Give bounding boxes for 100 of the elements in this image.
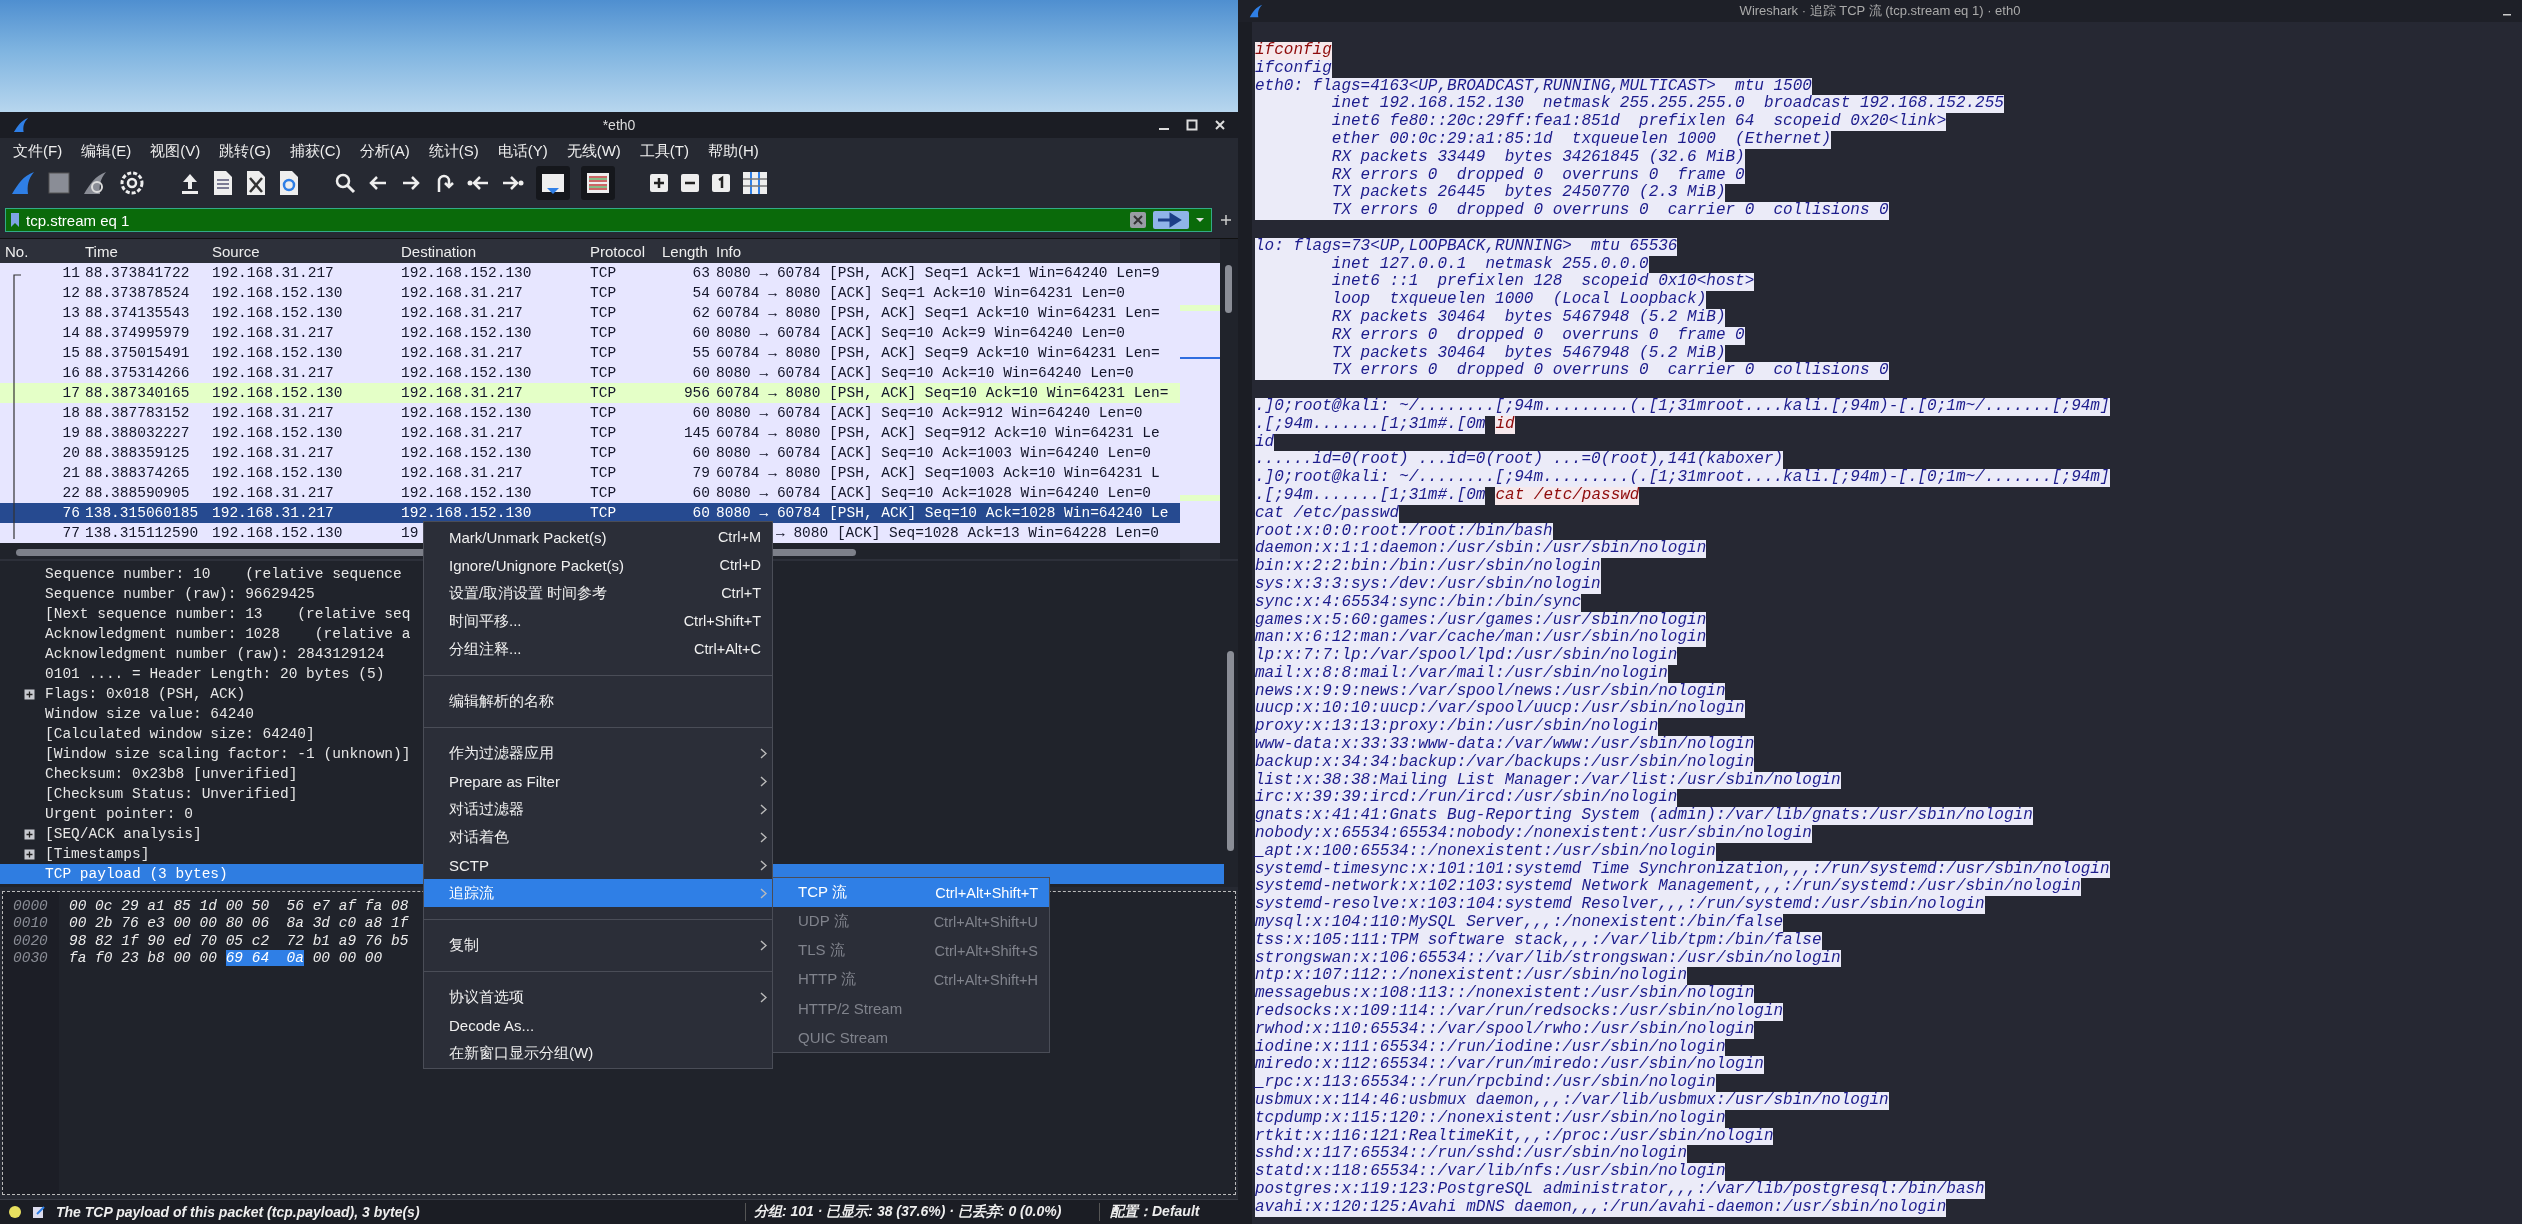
received-text: tss:x:105:111:TPM software stack,,,:/var/lib/tpm:/bin/false [1255, 931, 1822, 950]
table-cell-text: 192.168.152.130 [401, 324, 532, 343]
table-cell-text: 956 [683, 384, 710, 403]
received-text: lp:x:7:7:lp:/var/spool/lpd:/usr/sbin/nologin [1255, 647, 1678, 665]
received-text: ntp:x:107:112::/nonexistent:/usr/sbin/nologin [1255, 967, 1688, 986]
table-cell-text: TCP [590, 464, 617, 483]
packet-counts: 分组: 101 · 已显示: 38 (37.6%) · 已丢弃: 0 (0.0%) [745, 1203, 1089, 1221]
table-cell-text: TCP [590, 444, 617, 463]
table-cell-text: 192.168.31.217 [401, 284, 523, 303]
received-text: www-data:x:33:33:www-data:/var/www:/usr/sbin/nologin [1255, 736, 1755, 754]
received-text: irc:x:39:39:ircd:/run/ircd:/usr/sbin/nologin [1255, 789, 1678, 808]
table-cell-text: 88.387340165 [85, 384, 190, 403]
table-cell-text: 8080 → 60784 [PSH, ACK] Seq=10 Ack=1028 Win=64240 Le [716, 504, 1169, 523]
received-text: man:x:6:12:man:/var/cache/man:/usr/sbin/nologin [1255, 629, 1707, 648]
table-cell-text: 192.168.31.217 [401, 384, 523, 403]
table-cell-text: 19 [62, 424, 80, 443]
table-cell-text: 138.315112590 [85, 524, 199, 543]
table-cell-text: 60 [692, 404, 710, 423]
field-text: Window size value: 64240 [45, 706, 254, 722]
received-text: mysql:x:104:110:MySQL Server,,,:/nonexistent:/bin/false [1255, 914, 1784, 932]
table-cell-text: 60 [692, 364, 710, 383]
table-cell-text: 76 [62, 504, 80, 523]
table-cell-text: 21 [62, 464, 80, 483]
table-cell-text: 192.168.152.130 [401, 264, 532, 283]
table-cell-text: 22 [62, 484, 80, 503]
received-text: usbmux:x:114:46:usbmux daemon,,,:/var/lib/usbmux:/usr/sbin/nologin [1255, 1092, 1889, 1110]
received-text: inet6 fe80::20c:29ff:fea1:851d prefixlen 64 scopeid 0x20<link> [1255, 113, 1947, 131]
table-cell-text: 192.168.152.130 [212, 524, 343, 543]
field-text: [Checksum Status: Unverified] [45, 786, 298, 802]
byte-offset: 0030 [12, 950, 49, 968]
received-text: games:x:5:60:games:/usr/games:/usr/sbin/nologin [1255, 611, 1707, 630]
received-text: news:x:9:9:news:/var/spool/news:/usr/sbin/nologin [1255, 682, 1726, 701]
table-cell-text: 192.168.31.217 [212, 404, 334, 423]
table-cell-text: 60 [692, 504, 710, 523]
table-cell-text: TCP [590, 364, 617, 383]
table-cell-text: 88.373841722 [85, 264, 190, 283]
table-cell-text: 14 [62, 324, 80, 343]
table-cell-text: 17 [62, 384, 80, 403]
table-cell-text: 8080 → 60784 [ACK] Seq=10 Ack=10 Win=64240 Len=0 [716, 364, 1134, 383]
table-cell-text: 192.168.31.217 [401, 344, 523, 363]
received-text: systemd-resolve:x:103:104:systemd Resolver,,,:/run/systemd:/usr/sbin/nologin [1255, 896, 1985, 915]
table-cell-text: 192.168.31.217 [401, 424, 523, 443]
received-text: TX errors 0 dropped 0 overruns 0 carrier 0 collisions 0 [1255, 362, 1889, 381]
field-text: [Next sequence number: 13 (relative seq [45, 606, 411, 622]
field-text: TCP payload (3 bytes) [45, 866, 228, 882]
received-text: loop txqueuelen 1000 (Local Loopback) [1255, 291, 1707, 309]
table-cell-text: 16 [62, 364, 80, 383]
field-text: [Window size scaling factor: -1 (unknown)] [45, 746, 411, 762]
received-text: redsocks:x:109:114::/var/run/redsocks:/usr/sbin/nologin [1255, 1003, 1784, 1021]
received-text: inet6 ::1 prefixlen 128 scopeid 0x10<host> [1255, 273, 1755, 292]
hex-bytes: 00 0c 29 a1 85 1d 00 50 56 e7 af fa 08 [69, 898, 409, 914]
table-cell-text: TCP [590, 324, 617, 343]
window-title: *eth0 [601, 117, 637, 133]
table-cell-text: 19 [401, 524, 419, 543]
table-cell-text: TCP [590, 284, 617, 303]
table-cell-text: 11 [62, 264, 80, 283]
sent-text: ifconfig [1255, 42, 1332, 60]
table-cell-text: 192.168.152.130 [401, 504, 532, 523]
hex-bytes: 00 00 00 [312, 950, 383, 967]
table-cell-text: 192.168.152.130 [212, 284, 343, 303]
received-text: systemd-network:x:102:103:systemd Network Management,,,:/run/systemd:/usr/sbin/nologin [1255, 878, 2081, 897]
table-cell-text: 138.315060185 [85, 504, 199, 523]
table-cell-text: 88.373878524 [85, 284, 190, 303]
table-cell-text: 88.375015491 [85, 344, 190, 363]
table-cell-text: TCP [590, 504, 617, 523]
hex-bytes: 00 2b 76 e3 00 00 80 06 8a 3d c0 a8 1f [69, 915, 409, 932]
received-text: eth0: flags=4163<UP,BROADCAST,RUNNING,MULTICAST> mtu 1500 [1255, 77, 1812, 96]
received-text: TX errors 0 dropped 0 overruns 0 carrier 0 collisions 0 [1255, 202, 1889, 220]
table-cell-text: 12 [62, 284, 80, 303]
table-cell-text: 8080 → 60784 [ACK] Seq=10 Ack=9 Win=64240 Len=0 [716, 324, 1125, 343]
table-cell-text: 8080 → 60784 [ACK] Seq=10 Ack=1003 Win=64240 Len=0 [716, 444, 1152, 463]
table-cell-text: 88.374135543 [85, 304, 190, 323]
table-cell-text: 192.168.31.217 [212, 324, 334, 343]
received-text: nobody:x:65534:65534:nobody:/nonexistent:/usr/sbin/nologin [1255, 825, 1812, 843]
received-text: TX packets 26445 bytes 2450770 (2.3 MiB) [1255, 184, 1726, 203]
table-cell-text: TCP [590, 484, 617, 503]
field-text: Urgent pointer: 0 [45, 806, 193, 822]
table-cell-text: 60784 → 8080 [PSH, ACK] Seq=1003 Ack=10 Win=64231 L [716, 464, 1160, 483]
table-cell-text: 192.168.152.130 [212, 384, 343, 403]
table-cell-text: 13 [62, 304, 80, 323]
table-cell-text: 192.168.31.217 [401, 304, 523, 323]
received-text: statd:x:118:65534::/var/lib/nfs:/usr/sbin/nologin [1255, 1163, 1726, 1181]
table-cell-text: 192.168.152.130 [401, 404, 532, 423]
received-text: ......id=0(root) ...id=0(root) ...=0(root),141(kaboxer) [1255, 451, 1784, 470]
table-cell-text: 60 [692, 484, 710, 503]
table-cell-text: 192.168.152.130 [401, 484, 532, 503]
byte-offset: 0000 [12, 898, 49, 916]
field-text: [Calculated window size: 64240] [45, 726, 315, 742]
received-text: sshd:x:117:65534::/run/sshd:/usr/sbin/nologin [1255, 1145, 1688, 1164]
table-cell-text: 192.168.152.130 [212, 424, 343, 443]
table-cell-text: 88.375314266 [85, 364, 190, 383]
table-cell-text: 192.168.152.130 [212, 344, 343, 363]
table-cell-text: 192.168.31.217 [212, 364, 334, 383]
table-cell-text: 192.168.152.130 [212, 304, 343, 323]
table-cell-text: TCP [590, 404, 617, 423]
table-cell-text: TCP [590, 424, 617, 443]
table-cell-text: 77 [62, 524, 80, 543]
table-cell-text: 88.388032227 [85, 424, 190, 443]
received-text: postgres:x:119:123:PostgreSQL administrator,,,:/var/lib/postgresql:/bin/bash [1255, 1181, 1985, 1199]
table-cell-text: 8080 → 60784 [ACK] Seq=10 Ack=1028 Win=64240 Len=0 [716, 484, 1152, 503]
